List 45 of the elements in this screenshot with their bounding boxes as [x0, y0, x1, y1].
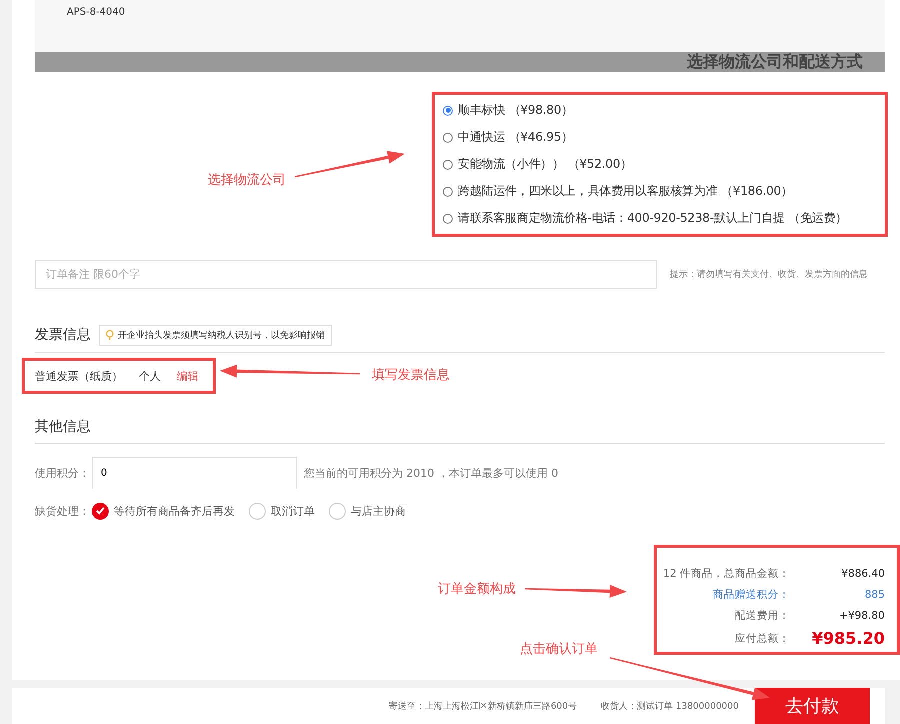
stockout-label: 缺货处理：: [35, 504, 90, 518]
product-code: APS-8-4040: [67, 7, 126, 18]
annotation-text: 选择物流公司: [208, 172, 286, 189]
radio-button[interactable]: [92, 502, 109, 520]
section-title: 其他信息: [35, 419, 91, 435]
points-label: 使用积分：: [35, 466, 90, 480]
shipping-option[interactable]: 安能物流（小件）） （¥52.00）: [458, 156, 632, 173]
summary-label: 12 件商品，总商品金额：: [663, 567, 790, 582]
stockout-option[interactable]: 等待所有商品备齐后再发: [114, 504, 235, 518]
remarks-field[interactable]: 订单备注 限60个字: [35, 260, 657, 289]
check-icon: [96, 507, 105, 515]
shipping-option[interactable]: 顺丰标快 （¥98.80）: [458, 102, 574, 119]
summary-label: 商品赠送积分：: [713, 588, 790, 603]
radio-button[interactable]: [443, 106, 453, 116]
points-note: 您当前的可用积分为 2010 ，本订单最多可以使用 0: [304, 466, 558, 480]
section-title: 发票信息: [35, 326, 91, 344]
tooltip: 开企业抬头发票须填写纳税人识别号，以免影响报销: [99, 324, 332, 346]
pay-button[interactable]: 去付款: [755, 688, 870, 724]
invoice-title: 个人: [139, 368, 161, 384]
shipping-address: 寄送至：上海上海松江区新桥镇新庙三路600号: [388, 700, 578, 712]
summary-label: 应付总额：: [735, 632, 790, 647]
summary-label: 配送费用：: [735, 609, 790, 624]
hint-text: 提示：请勿填写有关支付、收货、发票方面的信息: [670, 268, 868, 281]
shipping-option[interactable]: 中通快运 （¥46.95）: [458, 129, 574, 146]
receiver-info: 收货人：测试订单 13800000000: [601, 700, 739, 712]
edit-link[interactable]: 编辑: [177, 368, 199, 384]
section-title: 选择物流公司和配送方式: [687, 52, 863, 72]
annotation-text: 点击确认订单: [520, 641, 598, 658]
summary-value: 885: [864, 588, 885, 603]
annotation-text: 订单金额构成: [438, 581, 516, 598]
invoice-type: 普通发票（纸质）: [35, 368, 123, 384]
bulb-icon: [106, 330, 114, 340]
radio-button[interactable]: [443, 186, 453, 196]
radio-button[interactable]: [443, 132, 453, 142]
summary-value: ¥985.20: [812, 629, 885, 649]
points-field[interactable]: 0: [92, 457, 297, 489]
radio-button[interactable]: [443, 214, 453, 224]
summary-value: +¥98.80: [839, 609, 885, 624]
shipping-option[interactable]: 请联系客服商定物流价格-电话：400-920-5238-默认上门自提 （免运费）: [458, 210, 848, 227]
annotation-text: 填写发票信息: [372, 367, 450, 384]
stockout-option[interactable]: 取消订单: [271, 504, 315, 518]
shipping-option[interactable]: 跨越陆运件，四米以上，具体费用以客服核算为准 （¥186.00）: [458, 183, 794, 200]
stockout-option[interactable]: 与店主协商: [351, 504, 406, 518]
radio-button[interactable]: [443, 160, 453, 170]
summary-value: ¥886.40: [842, 567, 885, 582]
